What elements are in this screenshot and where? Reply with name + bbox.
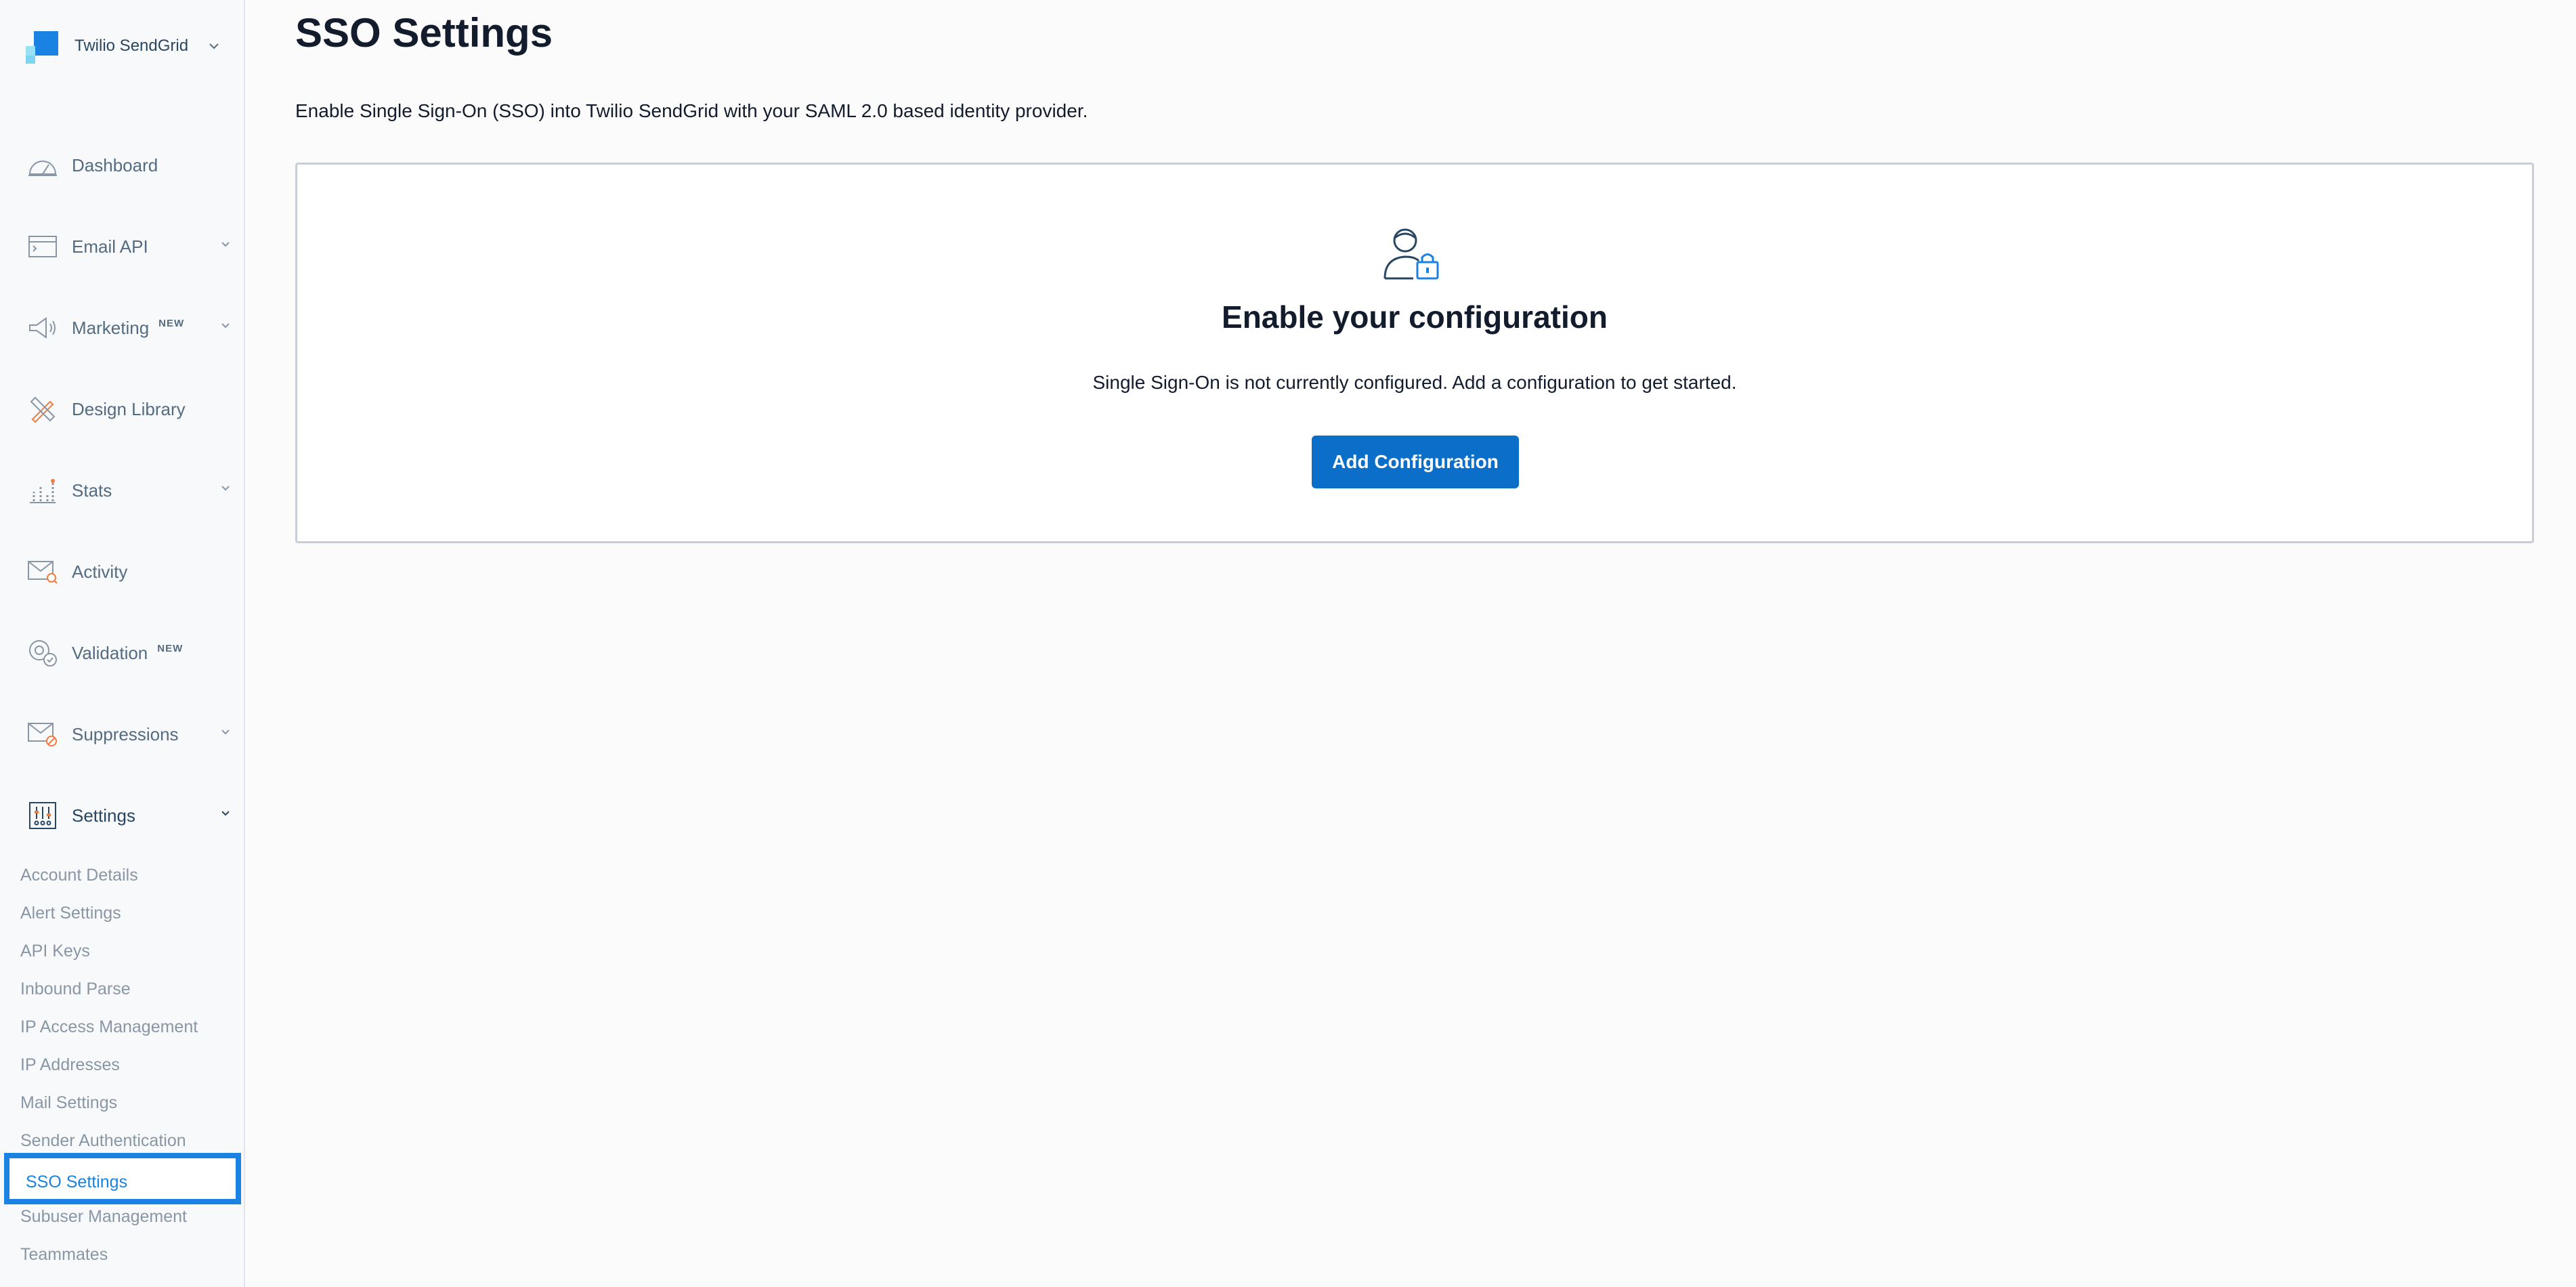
brand-name: Twilio SendGrid xyxy=(74,37,189,55)
nav-item-suppressions[interactable]: Suppressions xyxy=(26,714,236,755)
app: Twilio SendGrid Dashboard Email API Mark… xyxy=(0,0,2576,1287)
pencil-ruler-icon xyxy=(26,392,60,426)
chevron-down-icon xyxy=(221,242,230,247)
submenu-api-keys[interactable]: API Keys xyxy=(20,937,90,965)
submenu-account-details[interactable]: Account Details xyxy=(20,862,138,889)
submenu-mail-settings[interactable]: Mail Settings xyxy=(20,1089,117,1116)
nav-item-validation[interactable]: Validation NEW xyxy=(26,633,236,673)
nav-item-settings[interactable]: Settings xyxy=(26,795,236,836)
chevron-down-icon xyxy=(221,323,230,329)
submenu-sso-settings[interactable]: SSO Settings xyxy=(4,1153,241,1204)
gauge-icon xyxy=(26,148,60,182)
envelope-block-icon xyxy=(26,717,60,751)
submenu-subuser-management[interactable]: Subuser Management xyxy=(20,1203,187,1230)
user-lock-icon xyxy=(1381,224,1442,284)
bar-chart-icon xyxy=(26,473,60,507)
chevron-down-icon xyxy=(221,811,230,816)
empty-state-text: Single Sign-On is not currently configur… xyxy=(1092,372,1737,393)
nav-item-email-api[interactable]: Email API xyxy=(26,226,236,267)
nav-label-design-library: Design Library xyxy=(72,398,186,419)
add-configuration-button[interactable]: Add Configuration xyxy=(1312,436,1519,488)
new-badge: NEW xyxy=(158,317,185,329)
nav-label-stats: Stats xyxy=(72,480,112,501)
chevron-down-icon xyxy=(221,486,230,491)
chevron-down-icon xyxy=(209,43,219,49)
nav-label-suppressions: Suppressions xyxy=(72,723,179,744)
account-switcher[interactable]: Twilio SendGrid xyxy=(26,27,229,65)
nav-label-activity: Activity xyxy=(72,561,128,582)
submenu-sender-authentication[interactable]: Sender Authentication xyxy=(20,1127,186,1154)
sso-empty-state-card: Enable your configuration Single Sign-On… xyxy=(295,163,2534,543)
at-check-icon xyxy=(26,636,60,670)
terminal-window-icon xyxy=(26,230,60,263)
submenu-ip-addresses[interactable]: IP Addresses xyxy=(20,1051,120,1078)
page-title: SSO Settings xyxy=(295,10,553,56)
envelope-search-icon xyxy=(26,555,60,589)
submenu-ip-access-management[interactable]: IP Access Management xyxy=(20,1013,198,1040)
sidebar: Twilio SendGrid Dashboard Email API Mark… xyxy=(0,0,245,1287)
nav-label-validation: Validation xyxy=(72,642,148,663)
empty-state-title: Enable your configuration xyxy=(1222,299,1608,335)
submenu-inbound-parse[interactable]: Inbound Parse xyxy=(20,975,131,1003)
nav-label-dashboard: Dashboard xyxy=(72,154,158,175)
nav-item-design-library[interactable]: Design Library xyxy=(26,389,236,429)
nav-item-stats[interactable]: Stats xyxy=(26,470,236,511)
nav-item-dashboard[interactable]: Dashboard xyxy=(26,145,236,186)
nav-label-settings: Settings xyxy=(72,805,135,826)
megaphone-icon xyxy=(26,311,60,345)
new-badge: NEW xyxy=(157,642,184,654)
nav-label-marketing: Marketing xyxy=(72,317,150,338)
submenu-alert-settings[interactable]: Alert Settings xyxy=(20,900,121,927)
sliders-icon xyxy=(26,799,60,832)
nav-label-email-api: Email API xyxy=(72,236,148,257)
submenu-teammates[interactable]: Teammates xyxy=(20,1241,108,1268)
nav-item-marketing[interactable]: Marketing NEW xyxy=(26,308,236,348)
nav-item-activity[interactable]: Activity xyxy=(26,551,236,592)
page-description: Enable Single Sign-On (SSO) into Twilio … xyxy=(295,100,1088,121)
sendgrid-logo-icon xyxy=(26,28,60,64)
chevron-down-icon xyxy=(221,730,230,735)
